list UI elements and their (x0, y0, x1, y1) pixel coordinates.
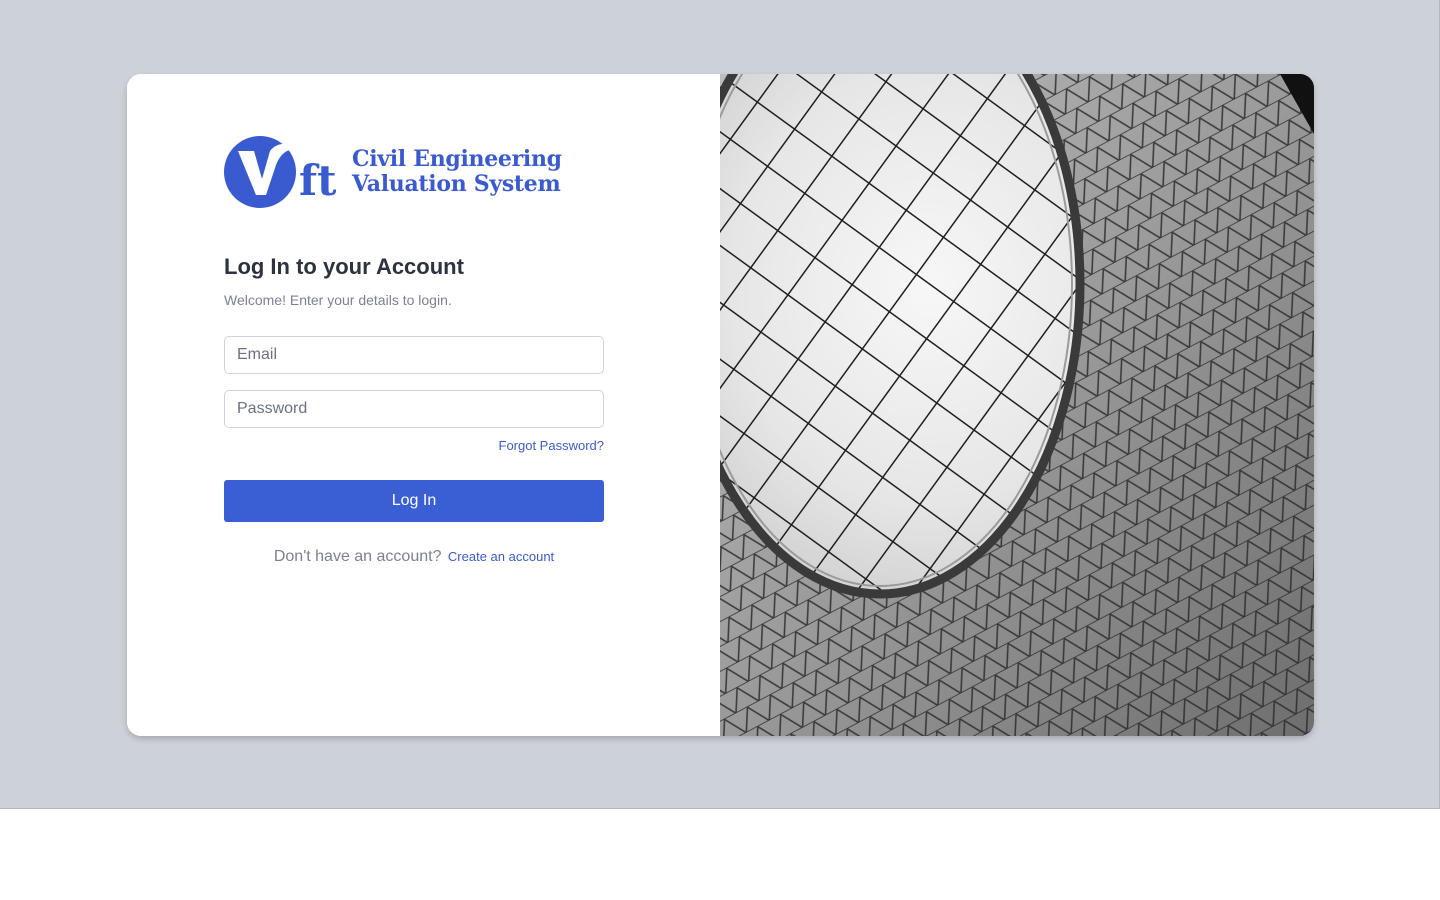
login-button[interactable]: Log In (224, 480, 604, 522)
page-title: Log In to your Account (224, 254, 464, 279)
login-panel: ft Civil Engineering Valuation System Lo… (127, 74, 720, 736)
brand-name: Civil Engineering Valuation System (352, 147, 562, 197)
login-card: ft Civil Engineering Valuation System Lo… (127, 74, 1314, 736)
hero-image-panel (720, 74, 1314, 736)
architecture-photo (720, 74, 1314, 736)
signup-row: Don't have an account? Create an account (224, 548, 604, 566)
forgot-password-link[interactable]: Forgot Password? (499, 438, 605, 453)
brand-name-line1: Civil Engineering (352, 146, 562, 172)
brand-logo: ft Civil Engineering Valuation System (224, 135, 562, 209)
email-field[interactable] (224, 336, 604, 374)
password-field[interactable] (224, 390, 604, 428)
logo-mark-icon: ft (224, 136, 336, 208)
brand-name-line2: Valuation System (352, 171, 561, 197)
signup-prompt: Don't have an account? (273, 548, 442, 565)
page-subtitle: Welcome! Enter your details to login. (224, 292, 452, 308)
create-account-link[interactable]: Create an account (448, 549, 554, 564)
logo-letters: ft (299, 156, 336, 205)
